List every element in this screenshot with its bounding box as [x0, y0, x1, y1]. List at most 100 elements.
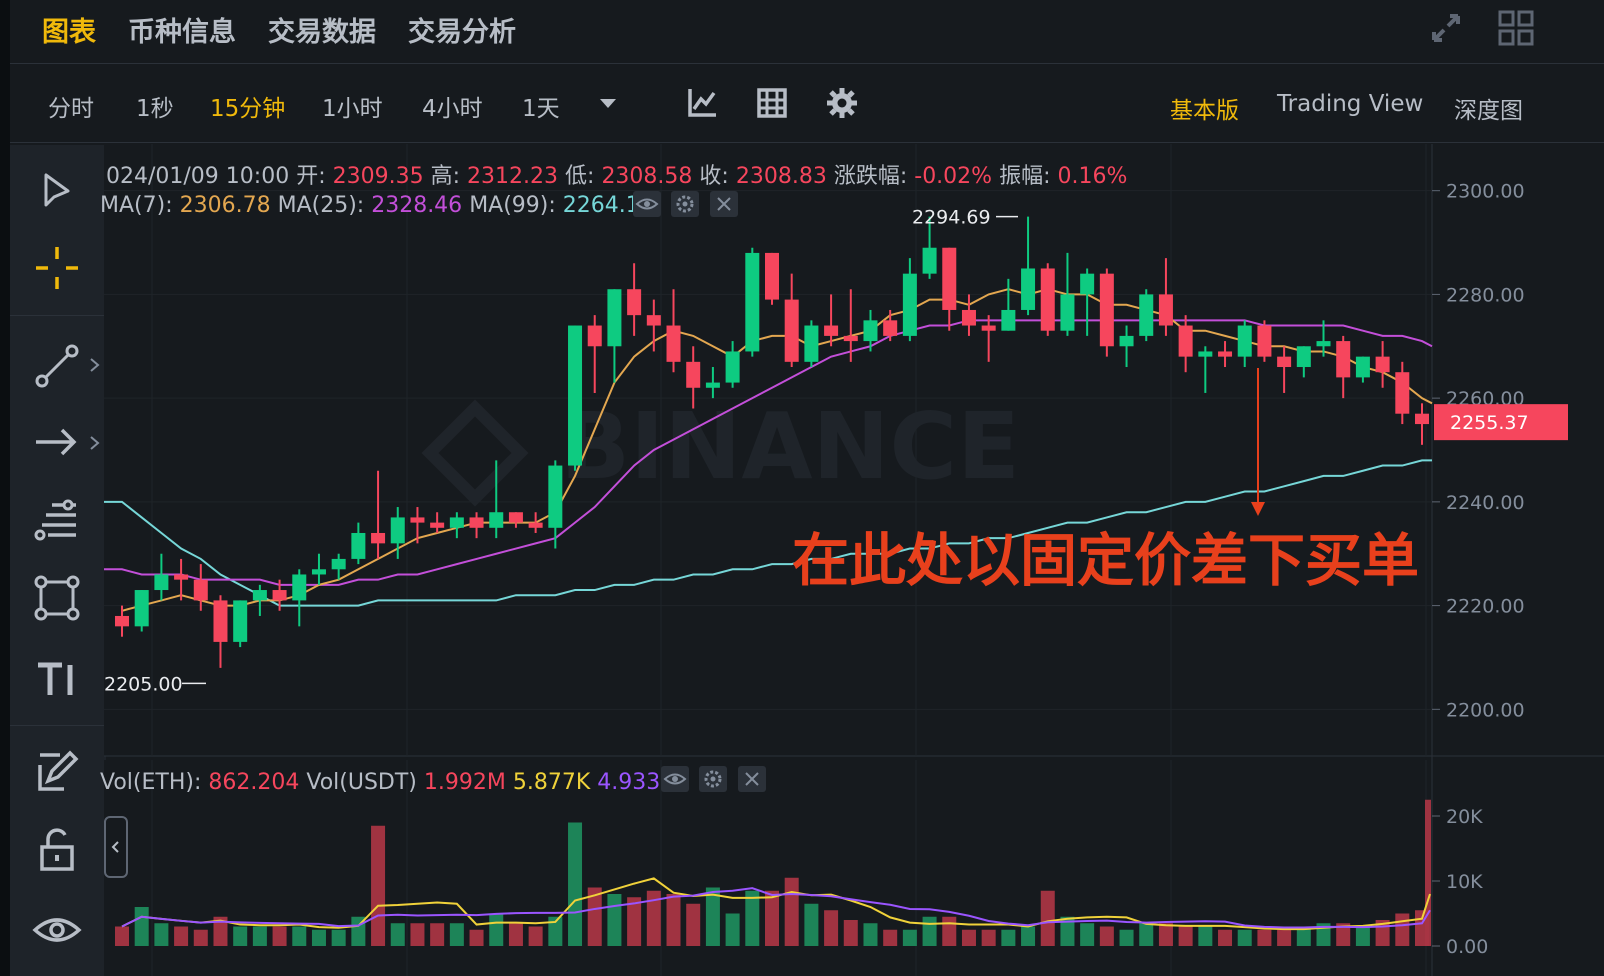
price-chart[interactable]: 2300.002280.002260.002240.002220.002200.…: [0, 0, 1604, 976]
vol-close-button[interactable]: [738, 766, 766, 792]
volume-bar: [1001, 929, 1016, 946]
vol-settings-button[interactable]: [699, 766, 727, 792]
high-value: 2312.23: [467, 164, 559, 189]
vol-ma1-value: 5.877K: [512, 770, 591, 795]
candle-body: [902, 273, 917, 336]
volume-tick-label: 10K: [1446, 871, 1483, 893]
gear-icon: [676, 195, 694, 213]
volume-bar: [765, 890, 779, 946]
ma7-value: 2306.78: [179, 193, 271, 218]
candle-body: [508, 512, 523, 523]
candle-body: [1336, 341, 1351, 378]
vol-eth-label: Vol(ETH):: [100, 770, 202, 795]
candle-body: [351, 532, 366, 559]
volume-bar: [252, 926, 267, 946]
close-icon: [717, 197, 731, 211]
volume-bar: [1198, 926, 1213, 946]
candle-body: [134, 590, 149, 627]
candle-body: [489, 512, 504, 528]
volume-bar: [331, 929, 346, 946]
volume-bar: [1139, 923, 1154, 946]
candle-body: [1218, 351, 1233, 357]
volume-bar: [922, 916, 937, 946]
low-marker-label: 2205.00: [104, 673, 183, 695]
volume-bar: [174, 926, 189, 946]
candle-body: [1375, 356, 1390, 373]
gear-icon: [704, 770, 722, 788]
candle-body: [115, 615, 129, 627]
candle-body: [1178, 325, 1193, 357]
volume-bar: [686, 903, 701, 946]
volume-bar: [1119, 929, 1134, 946]
vol-visibility-button[interactable]: [661, 766, 689, 792]
volume-bar: [1099, 926, 1114, 946]
candle-body: [804, 325, 819, 362]
candle-body: [1021, 268, 1036, 310]
candle-body: [1139, 294, 1154, 336]
volume-bar: [1080, 923, 1095, 946]
candle-body: [331, 558, 346, 570]
candle-body: [765, 252, 779, 300]
high-label: 高:: [430, 164, 461, 189]
low-value: 2308.58: [601, 164, 693, 189]
volume-bar: [1158, 923, 1173, 946]
ma-visibility-button[interactable]: [633, 191, 661, 217]
volume-bar: [843, 920, 858, 946]
volume-bar: [115, 926, 129, 946]
volume-bar: [489, 913, 504, 946]
ohlc-date: 024/01/09 10:00: [106, 164, 290, 189]
volume-bar: [1425, 799, 1431, 946]
candle-body: [548, 465, 563, 528]
open-value: 2309.35: [332, 164, 424, 189]
candle-body: [587, 325, 602, 347]
candle-body: [154, 574, 169, 591]
volume-bar: [1277, 929, 1292, 946]
close-icon: [745, 772, 759, 786]
price-tick-label: 2220.00: [1446, 596, 1525, 618]
volume-bar: [981, 929, 996, 946]
candle-body: [1001, 309, 1016, 331]
candle-body: [784, 299, 799, 362]
volume-bar: [725, 913, 740, 946]
candle-body: [1277, 356, 1292, 368]
open-label: 开:: [296, 164, 326, 189]
eye-icon: [663, 773, 687, 785]
candle-body: [1198, 351, 1213, 357]
volume-bar: [1355, 926, 1370, 946]
candle-body: [745, 252, 760, 352]
candle-body: [843, 335, 858, 342]
candle-body: [1119, 335, 1134, 347]
volume-bar: [528, 926, 543, 946]
candle-body: [627, 289, 642, 316]
collapse-toolbar-button[interactable]: [104, 816, 128, 878]
current-price-label: 2255.37: [1450, 412, 1529, 434]
candle-body: [193, 579, 208, 601]
chevron-left-icon: [111, 841, 119, 853]
eye-icon: [635, 198, 659, 210]
volume-bar: [824, 910, 839, 946]
price-tick-label: 2280.00: [1446, 284, 1525, 306]
price-axis-pane: [1432, 144, 1604, 976]
volume-bar: [883, 929, 898, 946]
candle-body: [1080, 273, 1095, 295]
candle-body: [1237, 325, 1252, 357]
volume-bar: [863, 923, 878, 946]
candle-body: [1355, 356, 1370, 378]
candle-body: [922, 247, 937, 274]
volume-bar: [784, 877, 799, 946]
volume-bar: [1218, 929, 1233, 946]
price-tick-label: 2300.00: [1446, 181, 1525, 203]
low-label: 低:: [565, 164, 595, 189]
volume-bar: [449, 923, 464, 946]
ma-close-button[interactable]: [710, 191, 738, 217]
candle-body: [981, 325, 996, 331]
candle-body: [725, 351, 740, 383]
candle-body: [646, 315, 661, 326]
candle-body: [233, 600, 248, 642]
volume-bar: [410, 923, 425, 946]
candle-body: [1395, 372, 1410, 414]
ma-settings-button[interactable]: [671, 191, 699, 217]
candle-body: [568, 325, 583, 466]
candle-body: [607, 289, 622, 347]
candle-body: [883, 320, 898, 336]
